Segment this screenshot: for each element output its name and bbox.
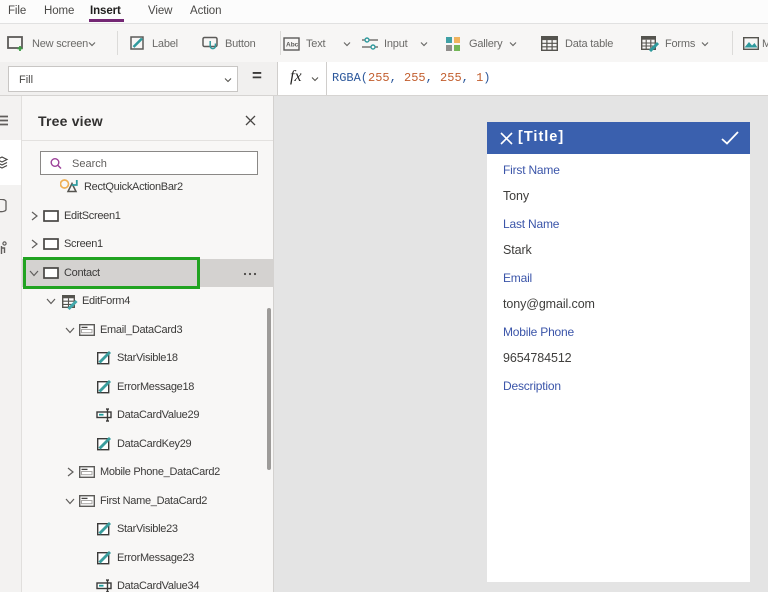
svg-text:Abc: Abc <box>286 42 299 49</box>
